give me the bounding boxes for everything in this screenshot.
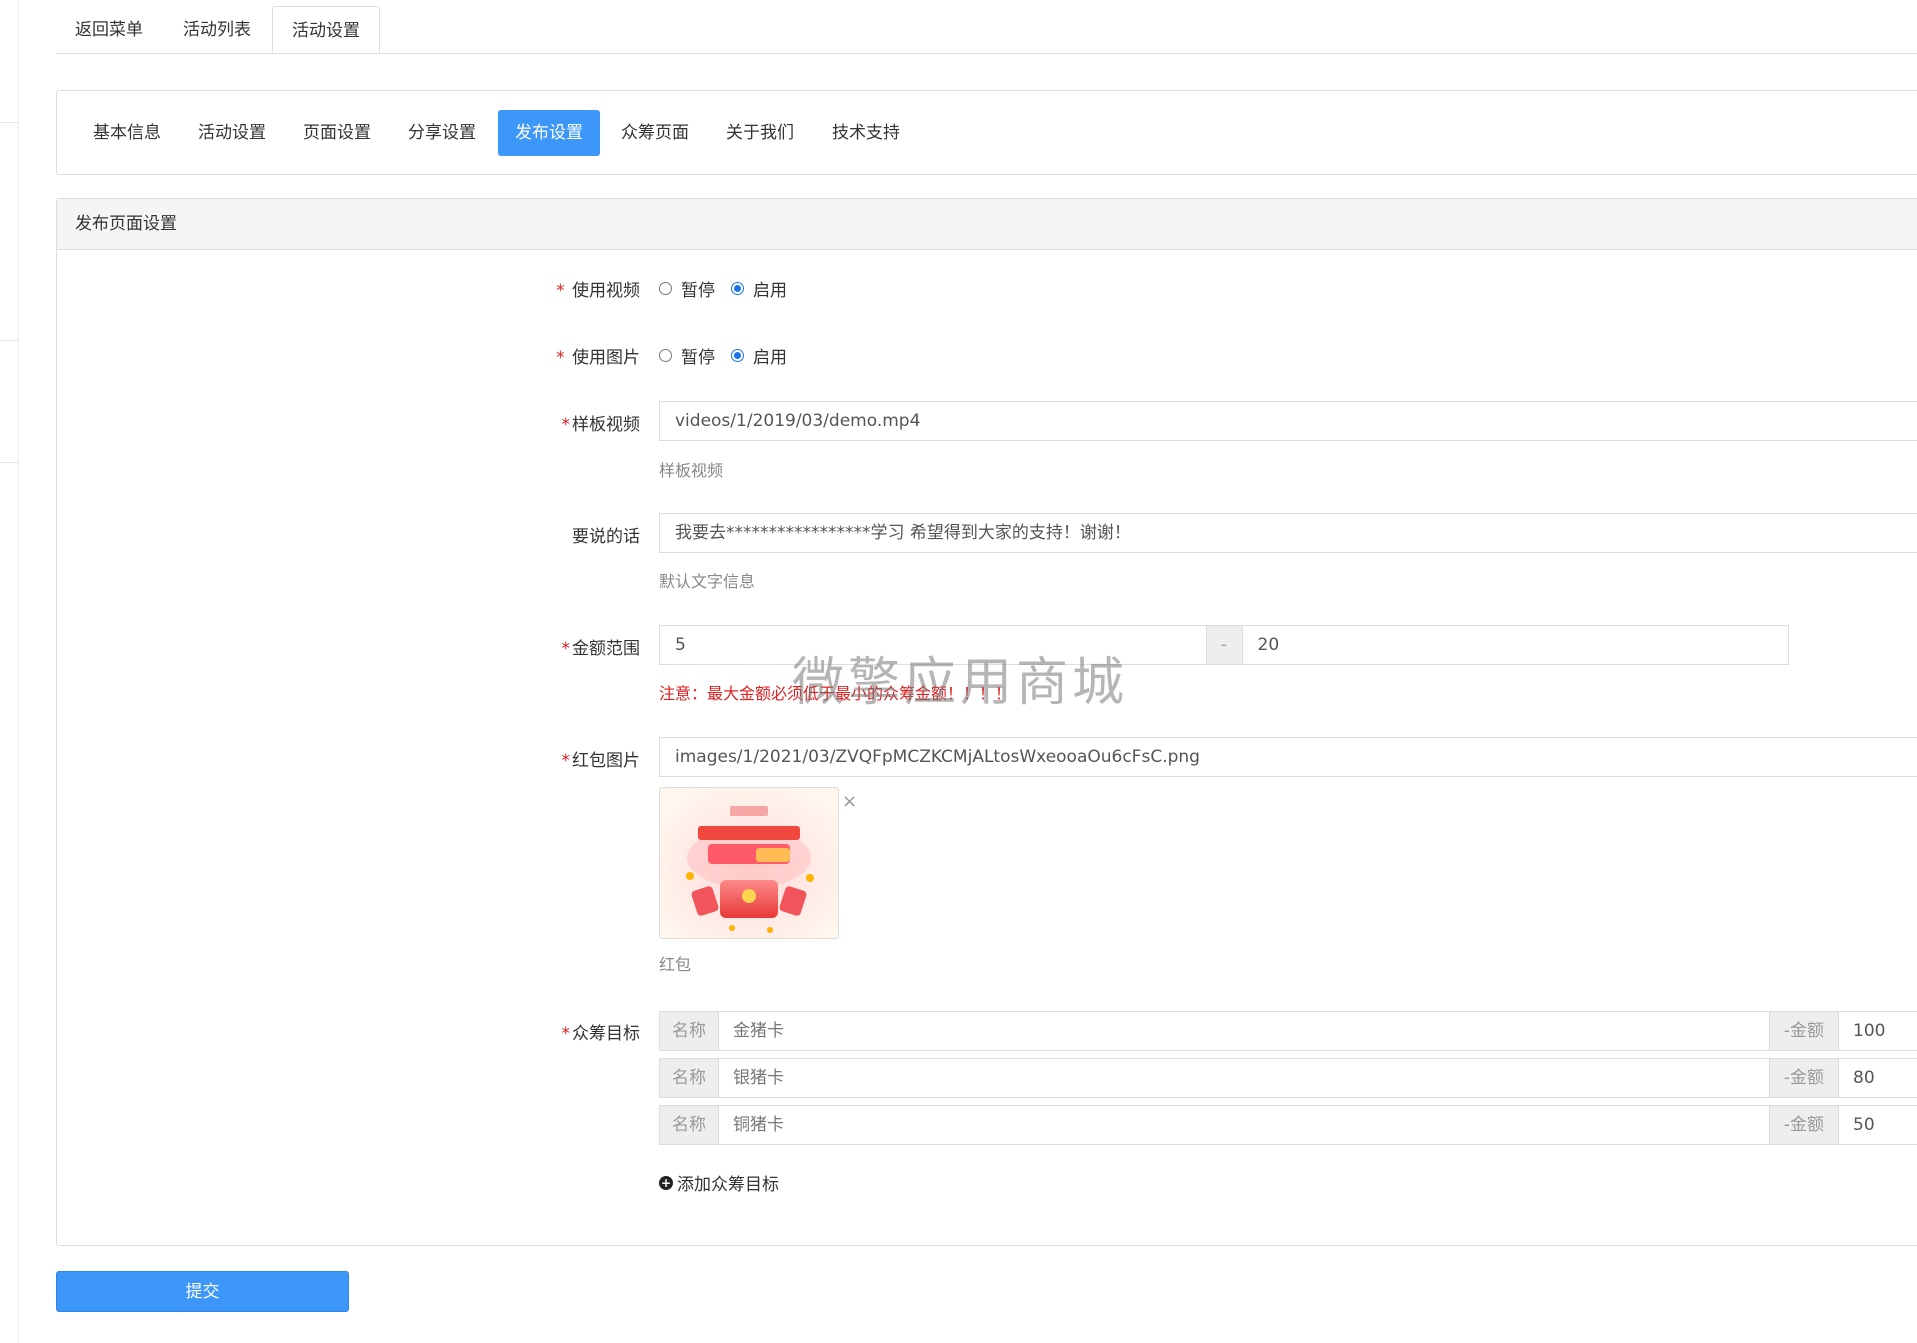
goal-amount-input[interactable]: 50 bbox=[1839, 1106, 1917, 1144]
red-packet-image bbox=[660, 788, 838, 938]
sidebar-divider bbox=[0, 122, 18, 123]
use-video-radio-group: 暂停 启用 bbox=[659, 276, 803, 301]
left-sidebar-edge bbox=[0, 0, 19, 1343]
use-video-label: * 使用视频 bbox=[556, 281, 640, 301]
red-packet-image-help: 红包 bbox=[659, 955, 692, 974]
sub-tab-crowdfunding-page[interactable]: 众筹页面 bbox=[604, 110, 706, 156]
red-packet-image-label: * 红包图片 bbox=[561, 751, 641, 771]
amount-range-label: * 金额范围 bbox=[561, 639, 641, 659]
goal-name-input[interactable]: 金猪卡 bbox=[719, 1012, 1769, 1050]
sub-tab-share-settings[interactable]: 分享设置 bbox=[391, 110, 493, 156]
publish-settings-panel: 发布页面设置 * 使用视频 暂停 启用 * 使用图片 暂停 启用 * 样板视频 v… bbox=[56, 198, 1917, 1246]
tab-activity-list[interactable]: 活动列表 bbox=[164, 0, 270, 53]
sidebar-divider bbox=[0, 340, 18, 341]
remove-image-close-icon[interactable]: × bbox=[842, 791, 857, 812]
goal-name-addon: 名称 bbox=[660, 1106, 719, 1144]
panel-title: 发布页面设置 bbox=[57, 199, 1917, 250]
goal-amount-input[interactable]: 100 bbox=[1839, 1012, 1917, 1050]
sample-video-input[interactable]: videos/1/2019/03/demo.mp4 bbox=[659, 401, 1917, 441]
amount-min-input[interactable]: 5 bbox=[660, 626, 1206, 664]
top-tab-bar: 返回菜单 活动列表 活动设置 bbox=[56, 0, 1917, 54]
goal-row: 名称 金猪卡 -金额 100 bbox=[659, 1011, 1917, 1051]
sample-video-help: 样板视频 bbox=[659, 461, 724, 480]
sidebar-divider bbox=[0, 462, 18, 463]
use-image-radio-group: 暂停 启用 bbox=[659, 343, 803, 368]
goal-name-addon: 名称 bbox=[660, 1012, 719, 1050]
goals-label: * 众筹目标 bbox=[561, 1024, 641, 1044]
use-image-label: * 使用图片 bbox=[556, 348, 640, 368]
sub-tab-page-settings[interactable]: 页面设置 bbox=[286, 110, 388, 156]
goal-name-addon: 名称 bbox=[660, 1059, 719, 1097]
goal-name-input[interactable]: 银猪卡 bbox=[719, 1059, 1769, 1097]
red-packet-thumbnail[interactable] bbox=[659, 787, 839, 939]
red-packet-image-input[interactable]: images/1/2021/03/ZVQFpMCZKCMjALtosWxeooa… bbox=[659, 737, 1917, 777]
sub-tab-basic-info[interactable]: 基本信息 bbox=[76, 110, 178, 156]
message-label: 要说的话 bbox=[572, 527, 640, 547]
amount-max-input[interactable]: 20 bbox=[1243, 626, 1789, 664]
tab-back-menu[interactable]: 返回菜单 bbox=[56, 0, 162, 53]
use-video-enable-radio[interactable]: 启用 bbox=[731, 276, 787, 301]
use-image-pause-radio[interactable]: 暂停 bbox=[659, 343, 715, 368]
goal-row: 名称 铜猪卡 -金额 50 bbox=[659, 1105, 1917, 1145]
use-image-enable-radio[interactable]: 启用 bbox=[731, 343, 787, 368]
amount-range-separator: - bbox=[1205, 626, 1243, 664]
sub-tab-about-us[interactable]: 关于我们 bbox=[709, 110, 811, 156]
sub-tab-panel: 基本信息 活动设置 页面设置 分享设置 发布设置 众筹页面 关于我们 技术支持 bbox=[56, 90, 1917, 175]
use-video-pause-radio[interactable]: 暂停 bbox=[659, 276, 715, 301]
sub-tab-activity-settings[interactable]: 活动设置 bbox=[181, 110, 283, 156]
sample-video-label: * 样板视频 bbox=[561, 415, 641, 435]
add-goal-label: 添加众筹目标 bbox=[677, 1175, 779, 1195]
sub-tab-publish-settings[interactable]: 发布设置 bbox=[498, 110, 600, 156]
goal-row: 名称 银猪卡 -金额 80 bbox=[659, 1058, 1917, 1098]
plus-circle-icon: + bbox=[659, 1175, 673, 1190]
tab-activity-settings[interactable]: 活动设置 bbox=[272, 6, 380, 53]
goal-amount-addon: -金额 bbox=[1769, 1012, 1839, 1050]
add-goal-button[interactable]: + 添加众筹目标 bbox=[659, 1170, 779, 1195]
goal-amount-addon: -金额 bbox=[1769, 1059, 1839, 1097]
amount-range-warning: 注意：最大金额必须低于最小的众筹金额！！！！ bbox=[659, 684, 1012, 703]
message-help: 默认文字信息 bbox=[659, 572, 756, 591]
goal-amount-addon: -金额 bbox=[1769, 1106, 1839, 1144]
amount-range-group: 5 - 20 bbox=[659, 625, 1789, 665]
goal-name-input[interactable]: 铜猪卡 bbox=[719, 1106, 1769, 1144]
message-input[interactable]: 我要去*****************学习 希望得到大家的支持！谢谢！ bbox=[659, 513, 1917, 553]
goal-amount-input[interactable]: 80 bbox=[1839, 1059, 1917, 1097]
submit-button[interactable]: 提交 bbox=[56, 1271, 349, 1312]
sub-tab-tech-support[interactable]: 技术支持 bbox=[815, 110, 917, 156]
